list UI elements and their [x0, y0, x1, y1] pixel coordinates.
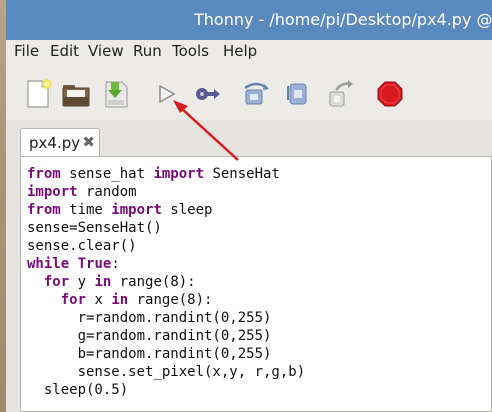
new-file-button[interactable]: [22, 78, 54, 110]
code-token: sleep: [161, 202, 213, 218]
stop-icon: [377, 81, 403, 107]
open-folder-icon: [62, 85, 90, 107]
code-line[interactable]: from time import sleep: [27, 201, 305, 219]
code-line[interactable]: for x in range(8):: [27, 291, 305, 309]
code-keyword: in: [94, 274, 112, 290]
step-into-icon: [287, 83, 307, 105]
code-token: y: [69, 274, 95, 290]
tab-label: px4.py: [29, 134, 81, 152]
code-token: range(8):: [111, 274, 196, 290]
code-keyword: while: [27, 256, 70, 272]
debug-icon: [196, 88, 220, 100]
stop-button[interactable]: [374, 78, 406, 110]
code-line[interactable]: import random: [27, 183, 305, 201]
menu-tools[interactable]: Tools: [172, 42, 209, 60]
code-keyword: from: [27, 202, 61, 218]
run-button[interactable]: [150, 78, 182, 110]
code-line[interactable]: from sense_hat import SenseHat: [27, 165, 305, 183]
code-token: time: [60, 202, 112, 218]
code-token: g=random.randint(0,255): [27, 328, 272, 344]
new-file-icon: [27, 79, 52, 108]
code-text[interactable]: from sense_hat import SenseHat import ran…: [27, 165, 305, 399]
title-bar: Thonny - /home/pi/Desktop/px4.py @ 10: [6, 0, 492, 40]
code-token: SenseHat: [204, 166, 280, 182]
code-line[interactable]: sense.clear(): [27, 237, 305, 255]
code-keyword: import: [27, 184, 78, 200]
menu-edit[interactable]: Edit: [50, 42, 79, 60]
code-line[interactable]: while True:: [27, 255, 305, 273]
window-title: Thonny - /home/pi/Desktop/px4.py @ 10: [194, 10, 492, 29]
code-keyword: import: [153, 166, 205, 182]
debug-button[interactable]: [190, 78, 222, 110]
toolbar: [6, 64, 492, 120]
step-over-button[interactable]: [240, 78, 272, 110]
tab-px4[interactable]: px4.py ✖: [20, 128, 100, 156]
save-button[interactable]: [100, 78, 132, 110]
editor-area: px4.py ✖ from sense_hat import SenseHat i…: [6, 120, 492, 412]
code-keyword: import: [111, 202, 162, 218]
menu-bar: File Edit View Run Tools Help: [6, 40, 492, 64]
code-token: x: [86, 292, 112, 308]
code-line[interactable]: sleep(0.5): [27, 381, 305, 399]
menu-view[interactable]: View: [88, 42, 124, 60]
save-icon: [105, 81, 128, 108]
menu-help[interactable]: Help: [223, 42, 257, 60]
close-icon[interactable]: ✖: [82, 133, 95, 151]
code-token: sense=SenseHat(): [27, 220, 162, 236]
code-token: range(8):: [128, 292, 213, 308]
code-keyword: for: [43, 274, 70, 290]
code-line[interactable]: for y in range(8):: [27, 273, 305, 291]
code-line[interactable]: sense=SenseHat(): [27, 219, 305, 237]
code-line[interactable]: b=random.randint(0,255): [27, 345, 305, 363]
code-keyword: for: [60, 292, 87, 308]
code-token: sleep(0.5): [27, 382, 129, 398]
run-icon: [159, 84, 176, 104]
code-line[interactable]: sense.set_pixel(x,y, r,g,b): [27, 363, 306, 381]
code-token: sense_hat: [60, 166, 154, 182]
step-out-button[interactable]: [324, 78, 356, 110]
code-token: random: [77, 184, 137, 200]
step-out-icon: [329, 80, 353, 107]
step-over-icon: [244, 82, 269, 105]
code-token: sense.set_pixel(x,y, r,g,b): [27, 364, 306, 380]
code-editor[interactable]: from sense_hat import SenseHat import ran…: [20, 156, 492, 412]
code-token: sense.clear(): [27, 238, 137, 254]
menu-file[interactable]: File: [14, 42, 39, 60]
code-keyword: True: [77, 256, 112, 272]
code-line[interactable]: g=random.randint(0,255): [27, 327, 305, 345]
open-file-button[interactable]: [60, 78, 92, 110]
code-line[interactable]: r=random.randint(0,255): [27, 309, 305, 327]
menu-run[interactable]: Run: [133, 42, 162, 60]
code-token: r=random.randint(0,255): [27, 310, 272, 326]
code-keyword: from: [27, 166, 61, 182]
step-into-button[interactable]: [282, 78, 314, 110]
code-keyword: in: [111, 292, 129, 308]
code-token: :: [111, 256, 120, 272]
code-token: b=random.randint(0,255): [27, 346, 272, 362]
